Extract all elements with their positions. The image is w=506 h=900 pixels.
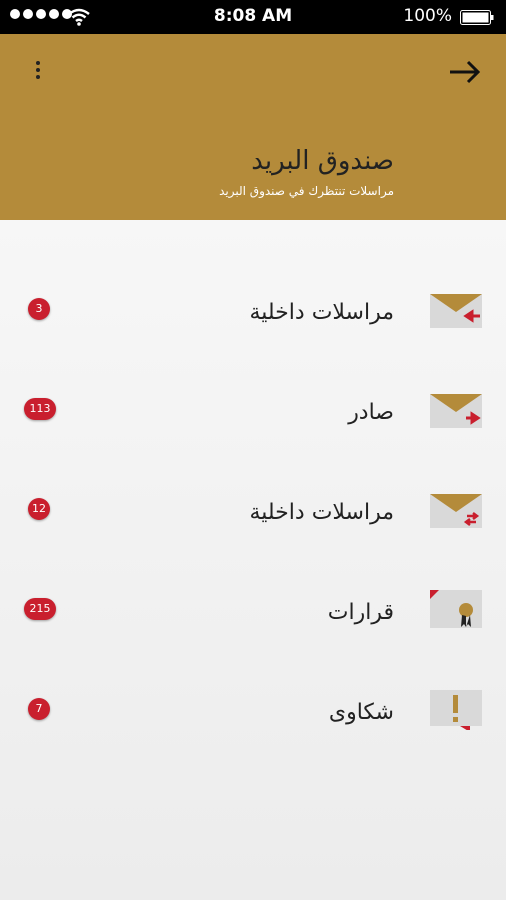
page-subtitle: مراسلات تنتظرك في صندوق البريد — [219, 184, 394, 198]
list-item-decisions[interactable]: 215 قرارات — [0, 584, 506, 644]
more-menu-button[interactable] — [24, 58, 52, 90]
item-label: قرارات — [327, 600, 394, 625]
battery-icon — [460, 10, 494, 25]
complaint-exclamation-icon — [430, 690, 482, 730]
outgoing-envelope-icon — [430, 394, 482, 428]
list-item-internal-inbox[interactable]: 3 مراسلات داخلية — [0, 284, 506, 344]
internal-envelope-icon — [430, 494, 482, 528]
count-badge: 215 — [24, 598, 56, 620]
decision-certificate-icon — [430, 590, 482, 628]
mailbox-list: 3 مراسلات داخلية 113 صادر 12 مراسلات داخ… — [0, 220, 506, 900]
count-badge: 3 — [28, 298, 50, 320]
list-item-complaints[interactable]: 7 شكاوى — [0, 684, 506, 744]
item-label: مراسلات داخلية — [249, 500, 394, 525]
page-title: صندوق البريد — [251, 146, 394, 176]
battery-percentage: 100% — [403, 6, 452, 26]
item-label: شكاوى — [328, 700, 394, 725]
page-header: صندوق البريد مراسلات تنتظرك في صندوق الب… — [0, 34, 506, 220]
status-bar: 8:08 AM 100% — [0, 0, 506, 34]
item-label: مراسلات داخلية — [249, 300, 394, 325]
item-label: صادر — [348, 400, 394, 425]
count-badge: 12 — [28, 498, 50, 520]
back-arrow-icon[interactable] — [448, 58, 482, 86]
list-item-internal-2[interactable]: 12 مراسلات داخلية — [0, 484, 506, 544]
count-badge: 7 — [28, 698, 50, 720]
count-badge: 113 — [24, 398, 56, 420]
inbox-envelope-icon — [430, 294, 482, 328]
list-item-outgoing[interactable]: 113 صادر — [0, 384, 506, 444]
more-vertical-icon — [36, 61, 40, 65]
